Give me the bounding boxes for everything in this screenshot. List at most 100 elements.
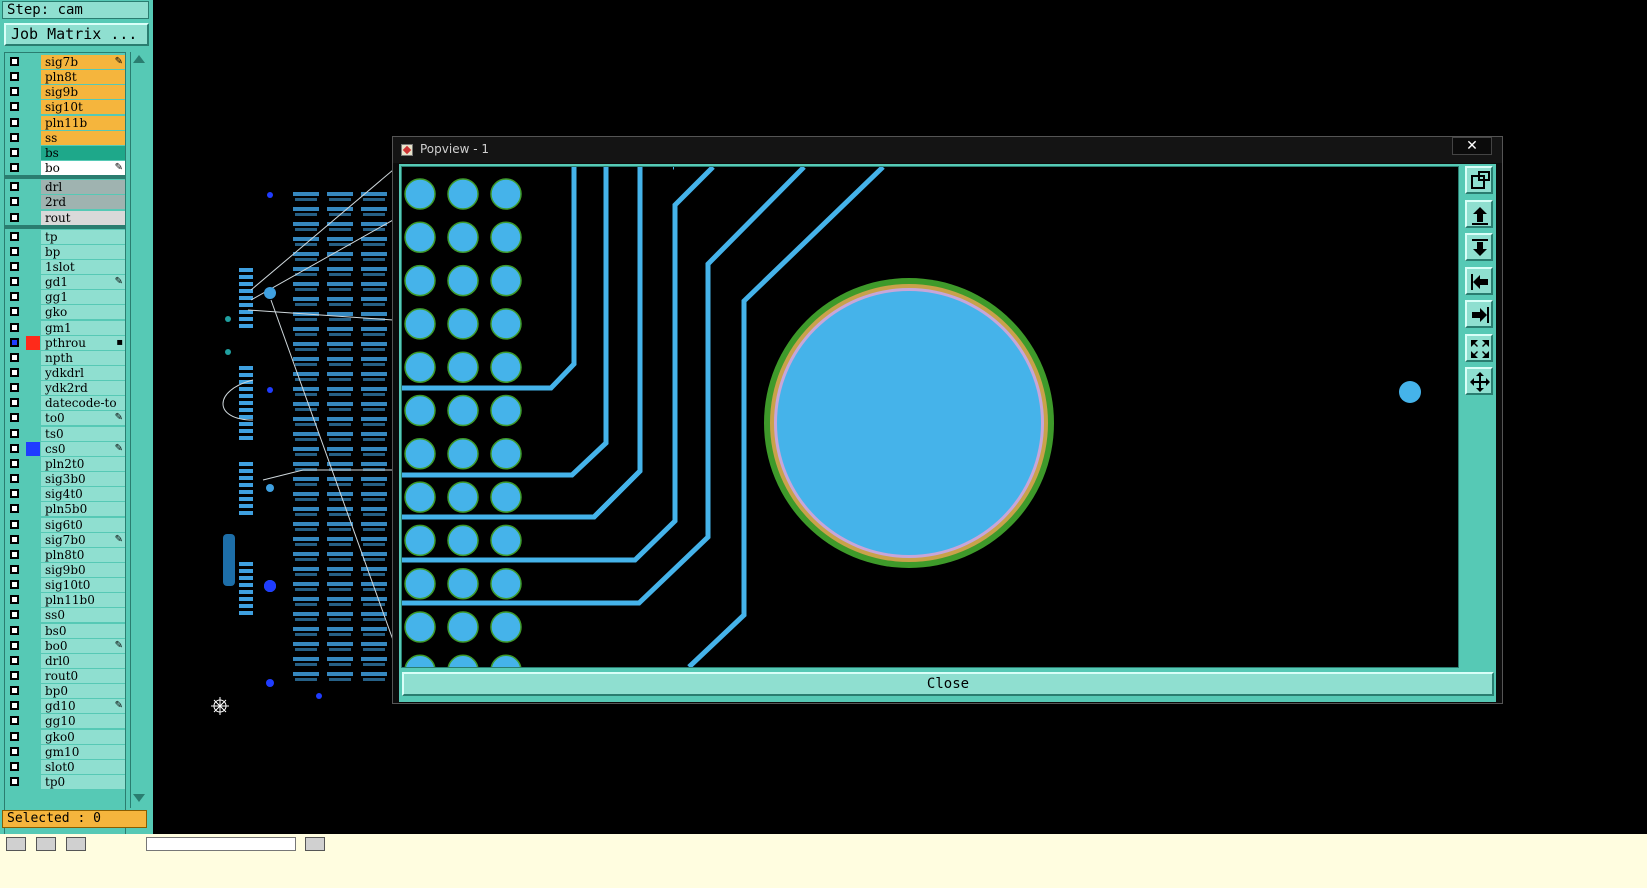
layer-name[interactable]: datecode-to (41, 396, 125, 411)
layer-checkbox[interactable] (10, 580, 19, 590)
layer-checkbox[interactable] (10, 716, 19, 726)
layer-name[interactable]: sig10t (41, 100, 125, 115)
layer-name[interactable]: ydk2rd (41, 381, 125, 396)
layer-name[interactable]: pthrou ▪ (41, 335, 125, 350)
layer-checkbox[interactable] (10, 163, 19, 173)
layer-name[interactable]: sig10t0 (41, 578, 125, 593)
bottom-tool-button[interactable] (305, 837, 325, 851)
bottom-tool-button[interactable] (6, 837, 26, 851)
layer-checkbox[interactable] (10, 337, 19, 347)
layer-row-gko[interactable]: gko (5, 304, 125, 320)
layer-name[interactable]: ss (41, 130, 125, 145)
layer-checkbox[interactable] (10, 277, 19, 287)
layer-checkbox[interactable] (10, 655, 19, 665)
layer-name[interactable]: drl (41, 180, 125, 195)
layer-row-cs0[interactable]: cs0 ✎ (5, 441, 125, 457)
layer-name[interactable]: sig3b0 (41, 472, 125, 487)
close-button[interactable]: Close (402, 672, 1494, 696)
layer-row-drl0[interactable]: drl0 (5, 653, 125, 669)
layer-checkbox[interactable] (10, 57, 19, 66)
pan-left-button[interactable] (1465, 266, 1493, 295)
bottom-tool-button[interactable] (36, 837, 56, 851)
layer-checkbox[interactable] (10, 504, 19, 514)
layer-checkbox[interactable] (10, 746, 19, 756)
layer-name[interactable]: pln11b0 (41, 593, 125, 608)
layer-checkbox[interactable] (10, 147, 19, 157)
layer-name[interactable]: rout0 (41, 669, 125, 683)
layer-name[interactable]: tp (41, 229, 125, 244)
layer-checkbox[interactable] (10, 102, 19, 112)
zoom-in-button[interactable] (1465, 199, 1493, 228)
layer-name[interactable]: gg10 (41, 714, 125, 729)
layer-name[interactable]: tp0 (41, 775, 125, 790)
layer-name[interactable]: sig9b (41, 85, 125, 100)
layer-checkbox[interactable] (10, 368, 19, 377)
layer-row-sig7b[interactable]: sig7b ✎ (5, 54, 125, 70)
layer-name[interactable]: bs (41, 145, 125, 160)
layer-name[interactable]: bp (41, 244, 125, 259)
layer-name[interactable]: sig7b ✎ (41, 55, 125, 69)
layer-checkbox[interactable] (10, 398, 19, 408)
layer-row-ss0[interactable]: ss0 (5, 607, 125, 623)
layer-checkbox[interactable] (10, 182, 19, 192)
layer-name[interactable]: pln2t0 (41, 456, 125, 471)
layer-name[interactable]: gg1 (41, 290, 125, 305)
layer-checkbox[interactable] (10, 352, 19, 362)
scroll-down-arrow[interactable] (133, 794, 145, 802)
layer-name[interactable]: gd10 ✎ (41, 699, 125, 714)
layer-row-slot0[interactable]: slot0 (5, 759, 125, 775)
layer-name[interactable]: pln8t (41, 70, 125, 85)
layer-checkbox[interactable] (10, 534, 19, 544)
layer-row-pln11b[interactable]: pln11b (5, 115, 125, 131)
layer-name[interactable]: bo0 ✎ (41, 638, 125, 653)
board-graphics-canvas[interactable] (153, 0, 393, 740)
layer-name[interactable]: sig9b0 (41, 562, 125, 577)
layer-list-scrollbar[interactable] (130, 52, 146, 808)
layer-row-rout0[interactable]: rout0 (5, 668, 125, 684)
layer-checkbox[interactable] (10, 595, 19, 605)
layer-checkbox[interactable] (10, 777, 19, 787)
layer-row-2rd[interactable]: 2rd (5, 194, 125, 210)
layer-row-pln2t0[interactable]: pln2t0 (5, 456, 125, 472)
layer-name[interactable]: slot0 (41, 759, 125, 774)
layer-row-sig3b0[interactable]: sig3b0 (5, 471, 125, 487)
layer-name[interactable]: pln8t0 (41, 547, 125, 562)
layer-row-gm10[interactable]: gm10 (5, 744, 125, 760)
layer-checkbox[interactable] (10, 197, 19, 207)
pan-right-button[interactable] (1465, 300, 1493, 328)
layer-row-gg1[interactable]: gg1 (5, 289, 125, 305)
layer-checkbox[interactable] (10, 519, 19, 529)
layer-row-npth[interactable]: npth (5, 350, 125, 366)
layer-row-bs0[interactable]: bs0 (5, 623, 125, 639)
layer-checkbox[interactable] (10, 549, 19, 559)
fit-all-button[interactable] (1465, 333, 1493, 362)
layer-checkbox[interactable] (10, 87, 19, 97)
layer-row-gd1[interactable]: gd1 ✎ (5, 274, 125, 290)
layer-name[interactable]: 1slot (41, 259, 125, 274)
popview-canvas[interactable] (401, 166, 1459, 668)
layer-row-1slot[interactable]: 1slot (5, 259, 125, 275)
layer-row-bp[interactable]: bp (5, 244, 125, 260)
layer-name[interactable]: bs0 (41, 623, 125, 638)
layer-row-tp[interactable]: tp (5, 229, 125, 245)
layer-checkbox[interactable] (10, 413, 19, 423)
layer-checkbox[interactable] (10, 701, 19, 711)
layer-checkbox[interactable] (10, 292, 19, 302)
layer-row-sig9b0[interactable]: sig9b0 (5, 562, 125, 578)
layer-row-sig6t0[interactable]: sig6t0 (5, 517, 125, 533)
layer-checkbox[interactable] (10, 322, 19, 332)
layer-name[interactable]: bp0 (41, 684, 125, 699)
layer-checkbox[interactable] (10, 72, 19, 82)
layer-row-gm1[interactable]: gm1 (5, 320, 125, 336)
layer-checkbox[interactable] (10, 307, 19, 317)
zoom-out-button[interactable] (1465, 233, 1493, 261)
layer-checkbox[interactable] (10, 383, 19, 393)
layer-checkbox[interactable] (10, 458, 19, 468)
layer-row-datecode-to[interactable]: datecode-to (5, 395, 125, 411)
layer-row-bp0[interactable]: bp0 (5, 683, 125, 699)
layer-row-bs[interactable]: bs (5, 145, 125, 161)
layer-row-pln5b0[interactable]: pln5b0 (5, 501, 125, 517)
layer-checkbox[interactable] (10, 246, 19, 256)
layer-row-tp0[interactable]: tp0 (5, 774, 125, 790)
layer-row-sig7b0[interactable]: sig7b0 ✎ (5, 532, 125, 548)
